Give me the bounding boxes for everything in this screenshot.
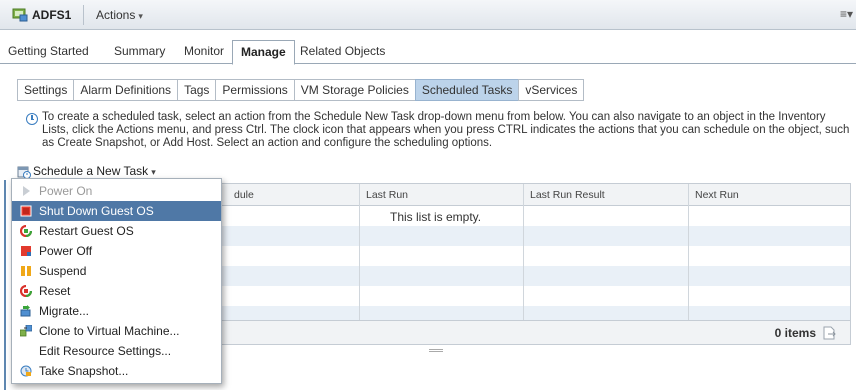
column-divider bbox=[688, 206, 689, 322]
subtab-tags[interactable]: Tags bbox=[177, 79, 217, 101]
subtab-vservices[interactable]: vServices bbox=[518, 79, 585, 101]
menu-item-label: Power Off bbox=[39, 244, 93, 258]
subtab-alarm-definitions[interactable]: Alarm Definitions bbox=[73, 79, 179, 101]
tab-monitor[interactable]: Monitor bbox=[176, 40, 232, 64]
list-menu-icon[interactable]: ≡▾ bbox=[840, 7, 856, 23]
subtab-settings[interactable]: Settings bbox=[17, 79, 75, 101]
menu-item-take-snapshot[interactable]: Take Snapshot... bbox=[12, 361, 221, 381]
subtab-scheduled-tasks[interactable]: Scheduled Tasks bbox=[414, 79, 520, 101]
empty-list-message: This list is empty. bbox=[390, 210, 482, 224]
schedule-task-icon bbox=[17, 166, 31, 179]
left-panel-edge bbox=[4, 180, 6, 390]
restart-icon bbox=[20, 225, 32, 237]
menu-item-restart-guest-os[interactable]: Restart Guest OS bbox=[12, 221, 221, 241]
menu-item-shut-down-guest-os[interactable]: Shut Down Guest OS bbox=[12, 201, 221, 221]
schedule-new-task-button[interactable]: Schedule a New Task ▾ bbox=[33, 164, 156, 178]
reset-icon bbox=[20, 285, 32, 297]
tab-summary[interactable]: Summary bbox=[106, 40, 173, 64]
actions-menu-button[interactable]: Actions ▾ bbox=[96, 8, 143, 22]
snapshot-icon bbox=[20, 365, 32, 377]
menu-item-label: Reset bbox=[39, 284, 71, 298]
menu-item-label: Edit Resource Settings... bbox=[39, 344, 172, 358]
column-header-last-run[interactable]: Last Run bbox=[359, 184, 408, 206]
schedule-new-task-label: Schedule a New Task bbox=[33, 164, 149, 178]
power-off-icon bbox=[21, 246, 31, 256]
column-divider bbox=[523, 206, 524, 322]
menu-item-label: Restart Guest OS bbox=[39, 224, 134, 238]
menu-item-label: Clone to Virtual Machine... bbox=[39, 324, 180, 338]
export-icon[interactable] bbox=[822, 325, 838, 341]
menu-item-edit-resource-settings[interactable]: Edit Resource Settings... bbox=[12, 341, 221, 361]
menu-item-label: Take Snapshot... bbox=[39, 364, 129, 378]
schedule-task-dropdown-menu: Power On Shut Down Guest OS Restart Gues… bbox=[11, 178, 222, 384]
object-header: ADFS1 Actions ▾ ≡▾ bbox=[0, 0, 856, 30]
menu-item-clone-to-virtual-machine[interactable]: Clone to Virtual Machine... bbox=[12, 321, 221, 341]
tab-manage[interactable]: Manage bbox=[232, 40, 295, 65]
vm-name: ADFS1 bbox=[32, 8, 72, 22]
menu-item-suspend[interactable]: Suspend bbox=[12, 261, 221, 281]
subtab-vm-storage-policies[interactable]: VM Storage Policies bbox=[293, 79, 416, 101]
menu-item-reset[interactable]: Reset bbox=[12, 281, 221, 301]
column-header-next-run[interactable]: Next Run bbox=[688, 184, 739, 206]
menu-item-label: Power On bbox=[39, 184, 93, 198]
column-header-schedule[interactable]: dule bbox=[228, 184, 254, 206]
menu-item-label: Migrate... bbox=[39, 304, 90, 318]
chevron-down-icon: ▾ bbox=[138, 11, 143, 21]
shutdown-icon bbox=[20, 205, 32, 217]
main-tabs: Getting Started Summary Monitor Manage R… bbox=[0, 36, 856, 65]
menu-item-migrate[interactable]: Migrate... bbox=[12, 301, 221, 321]
clock-icon bbox=[26, 113, 38, 125]
info-text: To create a scheduled task, select an ac… bbox=[42, 111, 850, 149]
menu-item-label: Suspend bbox=[39, 264, 87, 278]
chevron-down-icon: ▾ bbox=[151, 167, 156, 177]
tab-getting-started[interactable]: Getting Started bbox=[0, 40, 97, 64]
divider bbox=[83, 5, 84, 25]
subtab-permissions[interactable]: Permissions bbox=[215, 79, 295, 101]
migrate-icon bbox=[20, 305, 31, 317]
resize-handle[interactable] bbox=[429, 349, 443, 352]
actions-label: Actions bbox=[96, 8, 136, 22]
items-count: 0 items bbox=[774, 326, 816, 340]
column-header-last-run-result[interactable]: Last Run Result bbox=[523, 184, 605, 206]
column-divider bbox=[359, 206, 360, 322]
menu-item-label: Shut Down Guest OS bbox=[39, 204, 154, 218]
menu-item-power-on[interactable]: Power On bbox=[12, 181, 221, 201]
suspend-icon bbox=[21, 266, 31, 276]
clone-icon bbox=[20, 325, 32, 337]
power-on-icon bbox=[23, 186, 30, 196]
vm-icon bbox=[12, 8, 28, 22]
sub-tabs: Settings Alarm Definitions Tags Permissi… bbox=[17, 79, 585, 101]
menu-item-power-off[interactable]: Power Off bbox=[12, 241, 221, 261]
tab-related-objects[interactable]: Related Objects bbox=[292, 40, 393, 64]
